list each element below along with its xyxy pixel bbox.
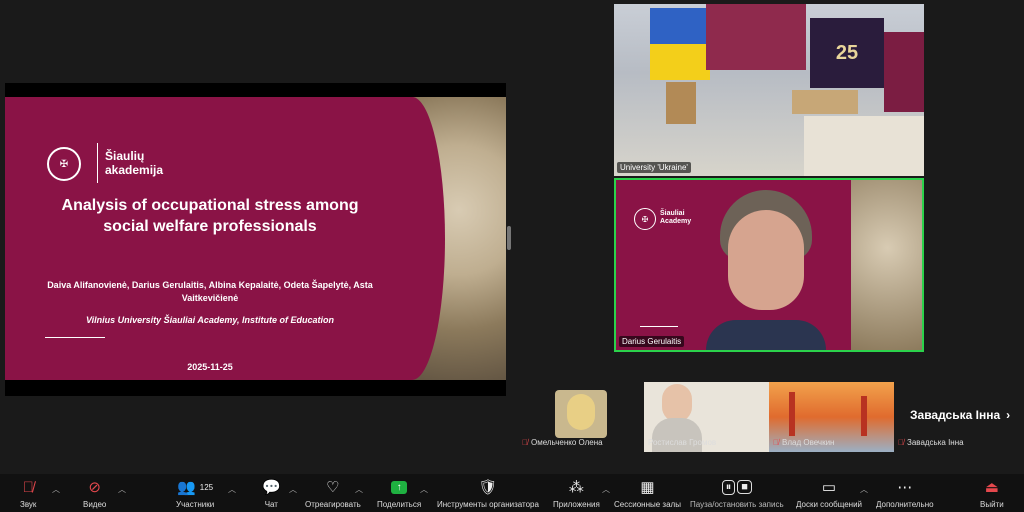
chevron-up-icon[interactable]: ︿ (289, 484, 297, 495)
slide-authors: Daiva Alifanovienė, Darius Gerulaitis, A… (47, 280, 373, 303)
audio-label: Звук (20, 500, 37, 509)
grid-icon: ▦ (640, 479, 655, 496)
floor-table (804, 116, 924, 176)
participants-button[interactable]: 👥 125 Участники (176, 477, 214, 509)
chat-button[interactable]: 💬 Чат (262, 477, 281, 509)
apps-button[interactable]: ⁂ Приложения (553, 477, 600, 509)
share-screen-icon: ↑ (391, 477, 408, 497)
react-button[interactable]: ♡ Отреагировать (305, 477, 361, 509)
whiteboard-icon: ▭ (821, 479, 837, 496)
podium (666, 82, 696, 124)
slide-date: 2025-11-25 (187, 362, 233, 372)
share-label: Поделиться (377, 500, 422, 509)
speaker-tile-label: Darius Gerulaitis (619, 336, 685, 347)
participant-name: 🎙̸ Омельченко Олена (522, 438, 603, 447)
room-video-tile[interactable]: 25 University 'Ukraine' (614, 4, 924, 176)
participant-name: 🎙̸ Влад Овечкин (773, 438, 835, 447)
more-label: Дополнительно (876, 500, 934, 509)
chevron-up-icon[interactable]: ︿ (228, 484, 236, 495)
mic-off-icon: 🎙̸ (22, 478, 34, 496)
video-off-icon: ⊘ (88, 479, 101, 496)
mic-off-icon: 🎙̸ (773, 438, 779, 447)
pause-record-button[interactable]: ⏸ ■ Пауза/остановить запись (690, 477, 784, 509)
shared-slide: ✠ Šiaulių akademija Analysis of occupati… (5, 83, 506, 396)
apps-icon: ⁂ (568, 479, 584, 496)
participants-icon: 👥 125 (177, 479, 214, 496)
host-tools-button[interactable]: 🛡 Инструменты организатора (437, 477, 539, 509)
slide-institution: Vilnius University Šiauliai Academy, Ins… (85, 315, 335, 325)
mic-off-icon: 🎙̸ (522, 438, 528, 447)
strip-next-label: Завадська Інна (910, 408, 1001, 422)
chevron-up-icon[interactable]: ︿ (860, 484, 868, 495)
video-button[interactable]: ⊘ Видео (83, 477, 106, 509)
logo-academy-text: Šiaulių akademija (105, 149, 164, 177)
audio-button[interactable]: 🎙̸ Звук (20, 477, 37, 510)
breakout-rooms-button[interactable]: ▦ Сессионные залы (614, 477, 681, 509)
speaker-seal-icon: ✠ (634, 208, 656, 230)
ukraine-flag (650, 8, 710, 80)
split-resize-handle[interactable] (507, 226, 511, 250)
active-speaker-tile[interactable]: ✠ Šiauliai Academy Darius Gerulaitis (614, 178, 924, 352)
participants-label: Участники (176, 500, 215, 509)
projection-screen (706, 4, 806, 70)
leave-icon: ⏏ (984, 479, 999, 496)
chevron-up-icon[interactable]: ︿ (118, 484, 126, 495)
shield-icon: 🛡 (478, 479, 498, 496)
desk (792, 90, 858, 114)
participant-name: Ростислав Громов (648, 438, 717, 447)
pause-record-label: Пауза/остановить запись (690, 500, 784, 509)
slide-divider (45, 337, 105, 338)
participant-tile[interactable] (555, 390, 607, 438)
speaker-slide-rule (640, 326, 678, 327)
whiteboards-label: Доски сообщений (796, 500, 863, 509)
chevron-up-icon[interactable]: ︿ (355, 484, 363, 495)
participant-name: 🎙̸ Завадська Інна (898, 438, 964, 447)
more-button[interactable]: ⋯ Дополнительно (876, 477, 934, 509)
chevron-up-icon[interactable]: ︿ (602, 484, 610, 495)
slide-title: Analysis of occupational stress among so… (61, 197, 359, 235)
video-label: Видео (83, 500, 107, 509)
react-label: Отреагировать (305, 500, 361, 509)
side-banner (884, 32, 924, 112)
strip-next-button[interactable]: Завадська Інна › (910, 408, 1010, 422)
breakout-label: Сессионные залы (614, 500, 681, 509)
speaker-bg-globe (851, 180, 922, 350)
share-button[interactable]: ↑ Поделиться (377, 477, 421, 509)
participants-count: 125 (199, 482, 214, 492)
apps-label: Приложения (553, 500, 600, 509)
whiteboards-button[interactable]: ▭ Доски сообщений (796, 477, 862, 509)
chevron-up-icon[interactable]: ︿ (52, 484, 60, 495)
slide-curve (335, 97, 445, 380)
anniversary-banner: 25 (810, 18, 884, 88)
leave-button[interactable]: ⏏ Выйти (980, 477, 1004, 509)
chat-icon: 💬 (262, 479, 281, 496)
speaker-logo-text: Šiauliai Academy (660, 210, 692, 225)
logo-separator (97, 143, 98, 183)
university-seal-icon: ✠ (47, 147, 81, 181)
room-tile-label: University 'Ukraine' (617, 162, 691, 173)
pause-stop-icon: ⏸ ■ (721, 477, 752, 497)
leave-label: Выйти (980, 500, 1004, 509)
chat-label: Чат (264, 500, 278, 509)
chevron-up-icon[interactable]: ︿ (420, 484, 428, 495)
mic-off-icon: 🎙̸ (898, 438, 904, 447)
more-dots-icon: ⋯ (897, 479, 913, 496)
heart-icon: ♡ (326, 479, 340, 496)
host-tools-label: Инструменты организатора (437, 500, 539, 509)
speaker-person (706, 190, 826, 350)
chevron-right-icon: › (1006, 408, 1011, 422)
